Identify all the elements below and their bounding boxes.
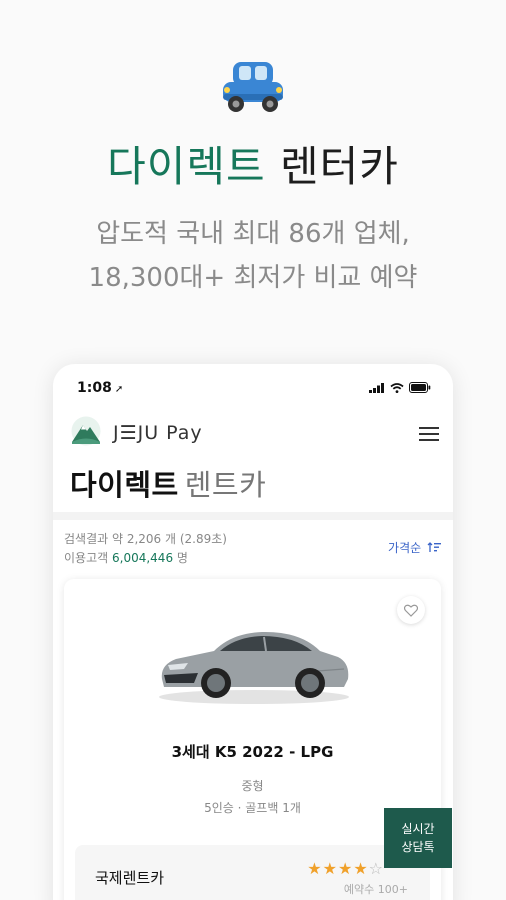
live-chat-button[interactable]: 실시간 상담톡 [384, 808, 452, 868]
location-arrow-icon: ➚ [114, 384, 124, 395]
star-icon: ★ [307, 859, 323, 878]
page-title-light: 렌트카 [184, 468, 267, 502]
customer-count-value: 6,004,446 [112, 551, 174, 565]
status-time: 1:08 ➚ [77, 380, 123, 396]
car-name: 3세대 K5 2022 - LPG [171, 743, 334, 761]
vendor-row[interactable]: 국제렌트카 ★★★★☆ 예약수 100+ [75, 845, 430, 900]
status-icons [369, 382, 431, 393]
star-icon: ★ [322, 859, 338, 878]
car-class: 중형 [241, 779, 264, 793]
sort-label: 가격순 [388, 541, 422, 555]
signal-icon [369, 382, 384, 393]
star-empty-icon: ☆ [368, 859, 384, 878]
sort-button[interactable]: 가격순 [388, 539, 441, 556]
status-time-text: 1:08 [77, 380, 112, 396]
customer-count-label: 이용고객 [64, 551, 109, 565]
heart-icon [404, 604, 418, 617]
page-title-bold: 다이렉트 [70, 468, 179, 502]
hero-title: 다이렉트 렌터카 [0, 133, 506, 194]
status-bar: 1:08 ➚ [77, 378, 431, 400]
brand-name: J☰JU Pay [113, 422, 203, 444]
hero-subtitle: 압도적 국내 최대 86개 업체, 18,300대+ 최저가 비교 예약 [0, 212, 506, 300]
customer-count: 이용고객 6,004,446 명 [64, 549, 227, 568]
mountain-logo-icon [71, 416, 101, 446]
search-result-count: 검색결과 약 2,206 개 (2.89초) [64, 532, 227, 546]
page-title: 다이렉트 렌트카 [70, 462, 266, 504]
hero-subtitle-line2: 18,300대+ 최저가 비교 예약 [88, 263, 418, 293]
favorite-button[interactable] [397, 596, 425, 624]
car-icon [223, 62, 283, 112]
hero-title-rest: 렌터카 [280, 142, 399, 191]
results-summary: 검색결과 약 2,206 개 (2.89초) 이용고객 6,004,446 명 [64, 530, 227, 568]
car-image [159, 631, 349, 704]
star-icon: ★ [353, 859, 369, 878]
hero-subtitle-line1: 압도적 국내 최대 86개 업체, [96, 219, 410, 249]
wifi-icon [390, 382, 404, 393]
chat-label-line2: 상담톡 [401, 840, 435, 854]
battery-icon [409, 382, 431, 393]
chat-label-line1: 실시간 [401, 822, 435, 836]
section-divider [53, 512, 453, 520]
customer-count-unit: 명 [176, 551, 188, 565]
menu-icon[interactable] [419, 426, 439, 442]
vendor-bookings: 예약수 100+ [343, 883, 408, 896]
star-icon: ★ [337, 859, 354, 878]
vendor-rating: ★★★★☆ [307, 859, 384, 878]
vendor-name: 국제렌트카 [95, 869, 165, 887]
sort-icon [427, 542, 441, 552]
hero-title-accent: 다이렉트 [107, 142, 266, 191]
